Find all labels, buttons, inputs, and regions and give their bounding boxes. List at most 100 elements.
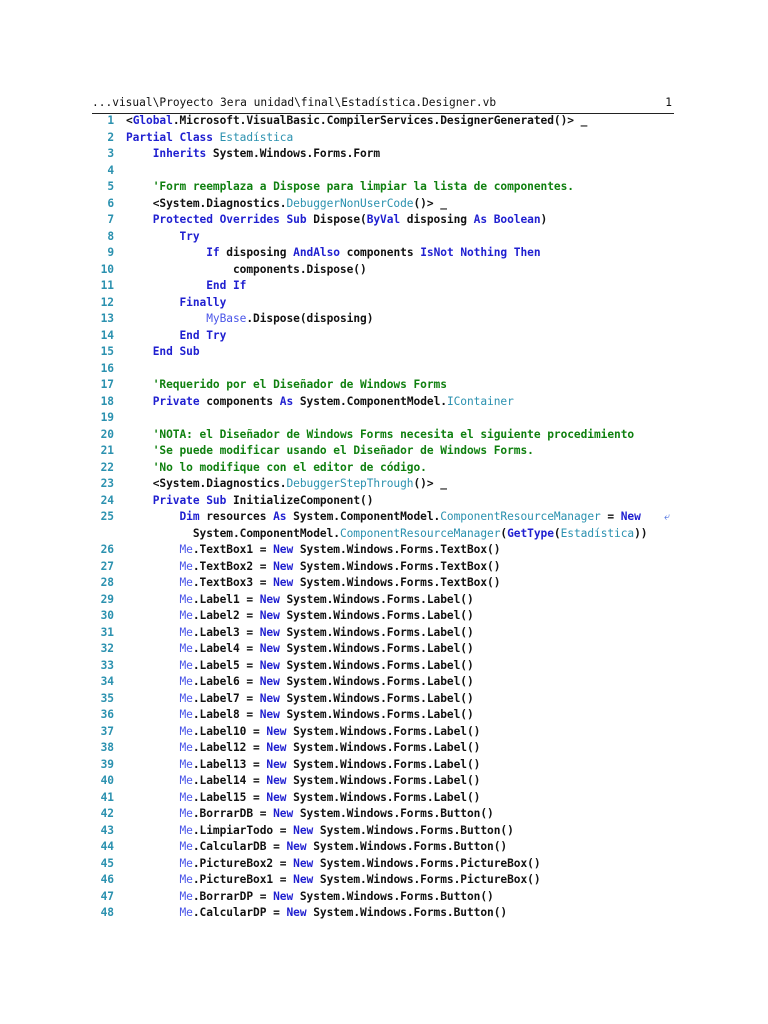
code-token: <System.Diagnostics. [152, 196, 287, 210]
code-token: .PictureBox1 = [192, 873, 294, 886]
line-number: 40 [100, 774, 114, 787]
code-line: 5 'Form reemplaza a Dispose para limpiar… [92, 179, 692, 196]
keyword-token: IsNot Nothing Then [420, 246, 541, 259]
me-token: Me [179, 856, 193, 870]
keyword-token: As Boolean [473, 213, 541, 226]
me-token: Me [179, 691, 193, 705]
code-line: 15 End Sub [92, 344, 692, 361]
code-line: 18 Private components As System.Componen… [92, 394, 692, 411]
keyword-token: If [206, 246, 220, 259]
code-line: 44 Me.CalcularDB = New System.Windows.Fo… [92, 839, 692, 856]
code-token: System.Windows.Forms.Label() [279, 691, 474, 705]
code-line: 42 Me.BorrarDB = New System.Windows.Form… [92, 806, 692, 823]
me-token: Me [179, 724, 193, 738]
line-number: 44 [100, 840, 114, 853]
line-number: 41 [100, 790, 114, 804]
code-token: InitializeComponent() [226, 493, 374, 507]
line-number: 5 [107, 180, 114, 193]
keyword-token: New [266, 774, 287, 787]
code-token: .Label12 = [192, 741, 267, 754]
keyword-token: AndAlso [293, 246, 340, 259]
code-line: 19 [92, 410, 692, 427]
code-line: 10 components.Dispose() [92, 262, 692, 279]
code-token: System.Windows.Forms.Label() [286, 757, 481, 771]
code-token: System.Windows.Forms.Label() [279, 675, 474, 688]
me-token: Me [179, 609, 193, 622]
line-number: 11 [100, 279, 114, 292]
line-number: 31 [100, 625, 114, 639]
me-token: Me [179, 658, 193, 672]
code-token: .Label10 = [192, 724, 267, 738]
line-number: 23 [100, 477, 114, 490]
code-line: 37 Me.Label10 = New System.Windows.Forms… [92, 724, 692, 741]
code-text: Me.Label10 = New System.Windows.Forms.La… [126, 725, 480, 738]
line-number: 17 [100, 378, 114, 391]
type-token: ComponentResourceManager [339, 526, 501, 540]
keyword-token: Dim [179, 510, 200, 523]
code-token: ()> _ [413, 196, 447, 210]
code-text: Me.LimpiarTodo = New System.Windows.Form… [126, 824, 513, 837]
type-token: ComponentResourceManager [440, 510, 601, 523]
code-line: 43 Me.LimpiarTodo = New System.Windows.F… [92, 823, 692, 840]
code-text: Private Sub InitializeComponent() [126, 493, 374, 507]
code-line: 40 Me.Label14 = New System.Windows.Forms… [92, 773, 692, 790]
code-line: 2 Partial Class Estadística [92, 130, 692, 147]
code-text: Me.BorrarDP = New System.Windows.Forms.B… [126, 889, 493, 903]
keyword-token: New [273, 543, 294, 556]
keyword-token: New [266, 790, 287, 804]
code-token: .Dispose(disposing) [246, 312, 374, 325]
me-token: Me [179, 790, 193, 804]
code-text: Me.Label6 = New System.Windows.Forms.Lab… [126, 675, 474, 688]
code-token: System.Windows.Forms.Label() [286, 790, 481, 804]
line-number: 18 [100, 394, 114, 408]
keyword-token: New [273, 889, 294, 903]
me-token: Me [179, 774, 193, 787]
code-text: Me.Label14 = New System.Windows.Forms.La… [126, 774, 480, 787]
code-token: System.Windows.Forms.Label() [286, 724, 481, 738]
code-token: disposing [219, 246, 294, 259]
code-text: Me.CalcularDP = New System.Windows.Forms… [126, 906, 507, 919]
keyword-token: New [273, 559, 294, 573]
keyword-token: New [259, 625, 280, 639]
line-number: 34 [100, 675, 114, 688]
line-number: 28 [100, 576, 114, 589]
page-header: ...visual\Proyecto 3era unidad\final\Est… [92, 95, 674, 114]
code-text: 'NOTA: el Diseñador de Windows Forms nec… [126, 428, 634, 441]
line-number: 30 [100, 609, 114, 622]
code-line: 36 Me.Label8 = New System.Windows.Forms.… [92, 707, 692, 724]
code-token: System.Windows.Forms.Button() [293, 807, 494, 820]
keyword-token: New [259, 708, 280, 721]
code-line: 3 Inherits System.Windows.Forms.Form [92, 146, 692, 163]
code-token: .BorrarDB = [192, 807, 274, 820]
code-line: 47 Me.BorrarDP = New System.Windows.Form… [92, 889, 692, 906]
keyword-token: As [273, 510, 287, 523]
code-line: 8 Try [92, 229, 692, 246]
code-line: 24 Private Sub InitializeComponent() [92, 493, 692, 510]
code-text: components.Dispose() [126, 263, 367, 276]
keyword-token: End Try [179, 328, 227, 342]
line-number: 3 [107, 147, 114, 160]
keyword-token: Global [132, 114, 173, 127]
code-token: System.Windows.Forms.Label() [279, 609, 474, 622]
line-number: 43 [100, 823, 114, 837]
code-line: 11 End If [92, 278, 692, 295]
code-text: 'Se puede modificar usando el Diseñador … [126, 444, 534, 457]
code-token: .BorrarDP = [192, 889, 274, 903]
type-token: Estadística [219, 130, 294, 144]
keyword-token: Inherits [152, 147, 207, 160]
line-number: 25 [100, 510, 114, 523]
code-text: If disposing AndAlso components IsNot No… [126, 246, 541, 259]
code-line: 41 Me.Label15 = New System.Windows.Forms… [92, 790, 692, 807]
code-line: 1 <Global.Microsoft.VisualBasic.CompilerS… [92, 113, 692, 130]
line-number: 20 [100, 427, 114, 441]
code-text: <System.Diagnostics.DebuggerStepThrough(… [126, 477, 447, 490]
code-text: Private components As System.ComponentMo… [126, 395, 514, 408]
me-token: Me [179, 889, 193, 903]
line-wrap-icon: ⤶ [664, 510, 671, 523]
type-token: Estadística [560, 526, 635, 540]
code-token: components [199, 394, 280, 408]
code-token: Dispose( [306, 213, 367, 226]
line-number: 19 [100, 411, 114, 424]
code-token: = [600, 510, 621, 523]
keyword-token: New [259, 642, 280, 655]
